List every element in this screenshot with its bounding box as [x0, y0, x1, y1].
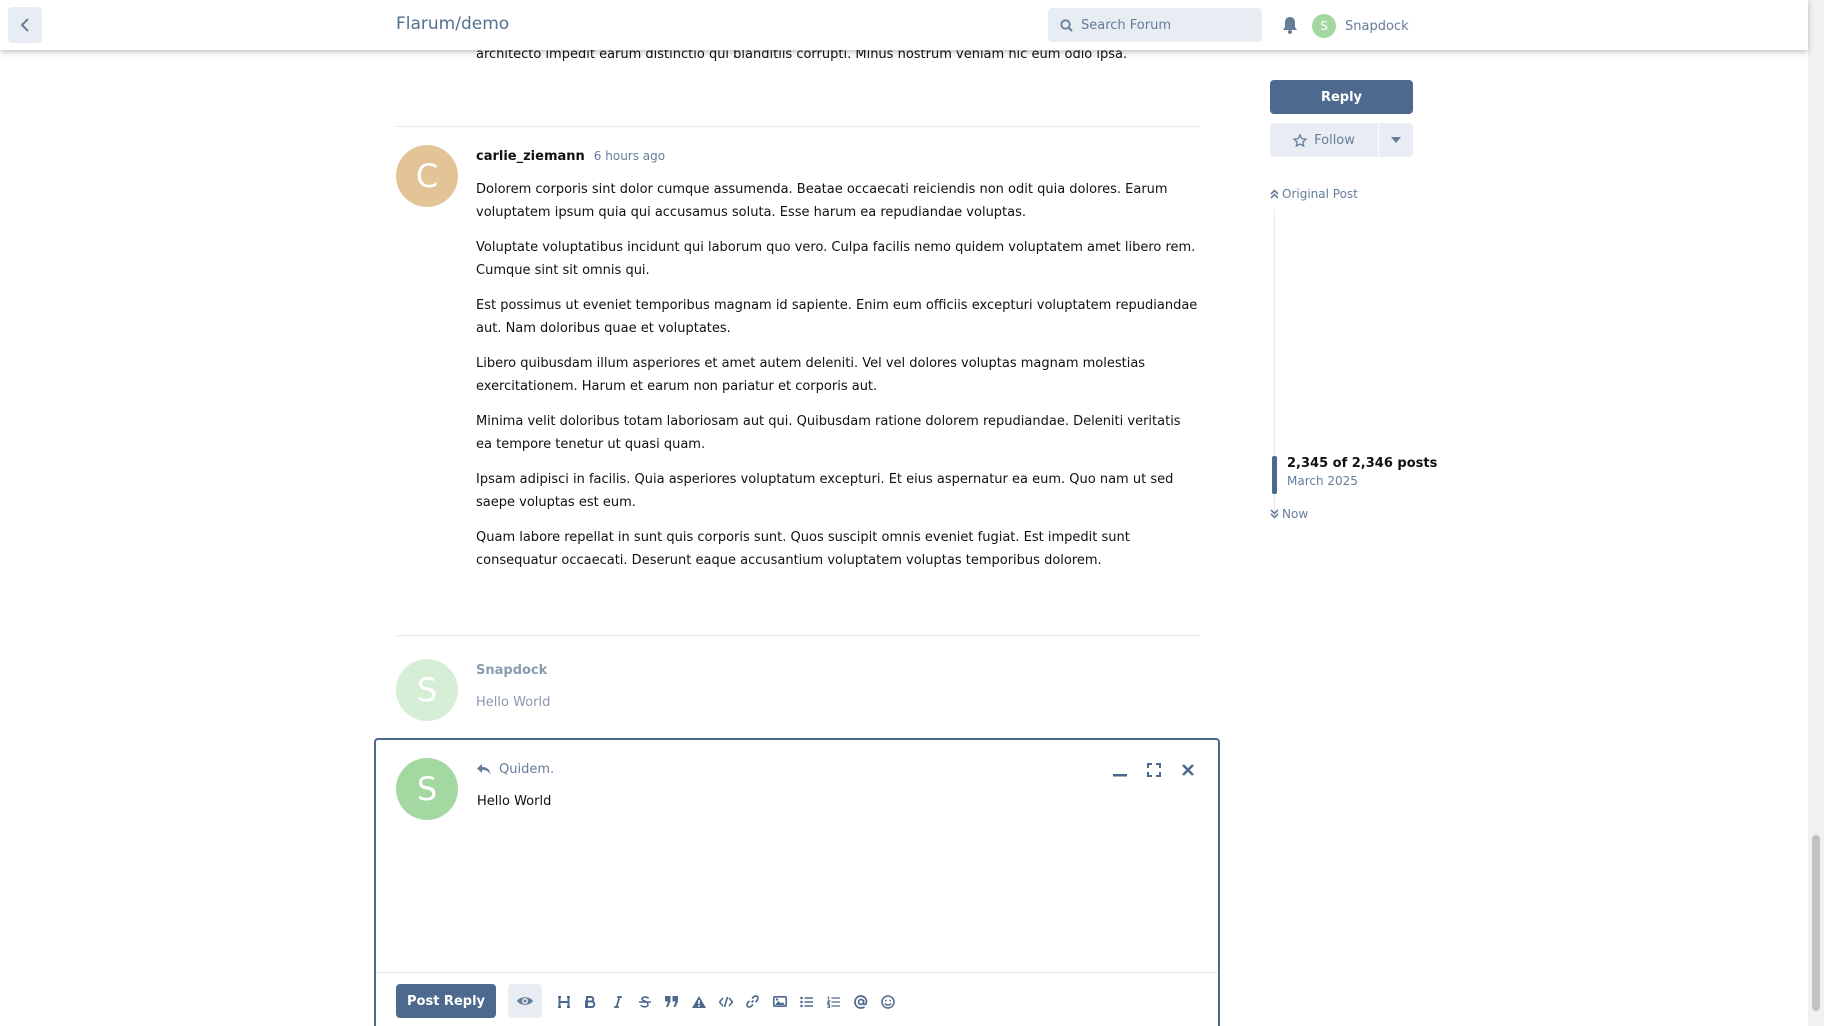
close-icon [1182, 764, 1194, 776]
post-divider [396, 635, 1200, 636]
scrubber-info: 2,345 of 2,346 posts March 2025 [1287, 456, 1437, 488]
composer-controls [1110, 760, 1198, 780]
follow-label: Follow [1314, 132, 1355, 148]
heading-icon[interactable] [554, 992, 573, 1011]
emoji-icon[interactable] [878, 992, 897, 1011]
code-icon[interactable] [716, 992, 735, 1011]
spoiler-icon[interactable] [689, 992, 708, 1011]
post-paragraph: Est possimus ut eveniet temporibus magna… [476, 298, 1198, 336]
follow-button-group: Follow [1270, 123, 1413, 157]
avatar: S [396, 758, 458, 820]
post-paragraph: Ipsam adipisci in facilis. Quia asperior… [476, 472, 1174, 510]
minimize-button[interactable] [1110, 760, 1130, 780]
scrollbar-thumb[interactable] [1812, 835, 1820, 1011]
follow-dropdown-toggle[interactable] [1379, 123, 1413, 157]
follow-button[interactable]: Follow [1270, 123, 1378, 157]
post-body: Dolorem corporis sint dolor cumque assum… [476, 179, 1200, 585]
mention-icon[interactable] [851, 992, 870, 1011]
original-post-link[interactable]: Original Post [1270, 187, 1358, 201]
avatar: S [1312, 14, 1336, 38]
reply-to-link[interactable]: Quidem. [477, 762, 554, 777]
post-header: carlie_ziemann 6 hours ago [476, 149, 665, 164]
quote-icon[interactable] [662, 992, 681, 1011]
post-author[interactable]: carlie_ziemann [476, 149, 585, 164]
scrollbar[interactable] [1808, 0, 1824, 1026]
preview-text: Hello World [476, 695, 551, 710]
reply-to-title: Quidem. [499, 762, 555, 777]
fullscreen-button[interactable] [1144, 760, 1164, 780]
eye-icon [517, 997, 533, 1005]
composer-divider [376, 972, 1218, 973]
avatar: S [396, 659, 458, 721]
original-post-label: Original Post [1282, 187, 1358, 201]
chevron-left-icon [20, 18, 29, 32]
star-icon [1293, 133, 1308, 147]
post-reply-button[interactable]: Post Reply [396, 984, 496, 1018]
double-chevron-up-icon [1270, 189, 1279, 199]
scrubber-date: March 2025 [1287, 474, 1358, 488]
site-title[interactable]: Flarum/demo [396, 14, 509, 34]
post-paragraph: Dolorem corporis sint dolor cumque assum… [476, 182, 1168, 220]
post-time[interactable]: 6 hours ago [594, 149, 665, 163]
preview-button[interactable] [508, 984, 542, 1018]
top-header: Flarum/demo S Snapdock [0, 0, 1808, 50]
reply-button[interactable]: Reply [1270, 80, 1413, 114]
post-paragraph: Quam labore repellat in sunt quis corpor… [476, 530, 1130, 568]
reply-composer: S Quidem. Hello World Post Reply [374, 738, 1220, 1026]
bold-icon[interactable] [581, 992, 600, 1011]
post-paragraph: Voluptate voluptatibus incidunt qui labo… [476, 240, 1196, 278]
now-label: Now [1282, 507, 1309, 521]
reply-icon [477, 764, 491, 775]
scrubber-count: 2,345 of 2,346 posts [1287, 456, 1438, 471]
post-divider [396, 126, 1200, 127]
now-link[interactable]: Now [1270, 507, 1308, 521]
bullet-list-icon[interactable] [797, 992, 816, 1011]
post-paragraph: Libero quibusdam illum asperiores et ame… [476, 356, 1146, 394]
double-chevron-down-icon [1270, 509, 1279, 519]
numbered-list-icon[interactable] [824, 992, 843, 1011]
strikethrough-icon[interactable] [635, 992, 654, 1011]
composer-textarea[interactable]: Hello World [477, 794, 551, 809]
formatting-toolbar [554, 992, 897, 1011]
post-paragraph: Minima velit doloribus totam laboriosam … [476, 414, 1181, 452]
search-input[interactable] [1081, 17, 1251, 33]
avatar[interactable]: C [396, 145, 458, 207]
caret-down-icon [1391, 137, 1401, 143]
post-author: Snapdock [476, 663, 548, 678]
search-icon [1060, 18, 1073, 32]
expand-icon [1147, 763, 1161, 777]
minimize-icon [1113, 774, 1127, 777]
close-button[interactable] [1178, 760, 1198, 780]
link-icon[interactable] [743, 992, 762, 1011]
back-button[interactable] [8, 7, 42, 43]
bell-icon[interactable] [1281, 15, 1299, 35]
user-menu[interactable]: S Snapdock [1312, 14, 1409, 38]
image-icon[interactable] [770, 992, 789, 1011]
scrubber-handle[interactable] [1272, 456, 1277, 494]
post-header: Snapdock [476, 663, 547, 678]
search-box[interactable] [1048, 8, 1262, 42]
italic-icon[interactable] [608, 992, 627, 1011]
user-name: Snapdock [1345, 18, 1409, 34]
